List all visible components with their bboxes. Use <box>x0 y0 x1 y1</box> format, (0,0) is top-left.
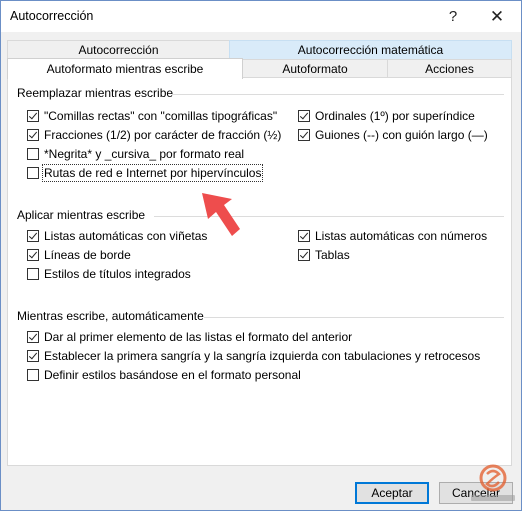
checkbox[interactable] <box>27 129 39 141</box>
checkbox[interactable] <box>27 110 39 122</box>
autocorrect-dialog: Autocorrección ? ✕ Autocorrección Autoco… <box>0 0 522 511</box>
option-label: Dar al primer elemento de las listas el … <box>44 330 353 344</box>
option-dashes[interactable]: Guiones (--) con guión largo (—) <box>298 127 488 143</box>
option-label: Tablas <box>315 248 350 262</box>
option-indent-tabs[interactable]: Establecer la primera sangría y la sangr… <box>27 348 480 364</box>
divider <box>172 94 504 95</box>
checkbox[interactable] <box>27 331 39 343</box>
solvetic-logo <box>471 464 515 501</box>
arrow-shape <box>202 193 240 236</box>
tab-autoformat[interactable]: Autoformato <box>242 59 388 78</box>
option-bold-italic[interactable]: *Negrita* y _cursiva_ por formato real <box>27 146 244 162</box>
checkbox[interactable] <box>27 167 39 179</box>
group-title-apply: Aplicar mientras escribe <box>17 208 146 222</box>
option-label: Guiones (--) con guión largo (—) <box>315 128 488 142</box>
option-border-lines[interactable]: Líneas de borde <box>27 247 131 263</box>
title-bar: Autocorrección ? ✕ <box>1 1 521 32</box>
option-numbered-lists[interactable]: Listas automáticas con números <box>298 228 487 244</box>
option-label: "Comillas rectas" con "comillas tipográf… <box>44 109 278 123</box>
option-label: Fracciones (1/2) por carácter de fracció… <box>44 128 282 142</box>
tab-actions[interactable]: Acciones <box>387 59 512 78</box>
window-title: Autocorrección <box>10 9 94 23</box>
tab-autoformat-as-you-type[interactable]: Autoformato mientras escribe <box>7 58 243 79</box>
checkbox[interactable] <box>298 249 310 261</box>
tab-panel: Reemplazar mientras escribe "Comillas re… <box>7 77 512 466</box>
checkbox[interactable] <box>27 268 39 280</box>
option-label: Listas automáticas con números <box>315 229 488 243</box>
option-label: Establecer la primera sangría y la sangr… <box>44 349 481 363</box>
checkbox[interactable] <box>27 350 39 362</box>
checkbox[interactable] <box>27 230 39 242</box>
option-ordinals[interactable]: Ordinales (1º) por superíndice <box>298 108 475 124</box>
help-button[interactable]: ? <box>431 3 475 30</box>
checkbox[interactable] <box>298 230 310 242</box>
option-fractions[interactable]: Fracciones (1/2) por carácter de fracció… <box>27 127 281 143</box>
divider <box>204 317 504 318</box>
checkbox[interactable] <box>298 110 310 122</box>
red-arrow-annotation <box>202 193 240 236</box>
tab-math-autocorrect[interactable]: Autocorrección matemática <box>229 40 512 59</box>
checkbox[interactable] <box>27 369 39 381</box>
checkbox[interactable] <box>27 148 39 160</box>
checkbox[interactable] <box>298 129 310 141</box>
ok-button[interactable]: Aceptar <box>355 482 429 504</box>
option-label: Estilos de títulos integrados <box>44 267 191 281</box>
option-label: Listas automáticas con viñetas <box>44 229 208 243</box>
checkbox[interactable] <box>27 249 39 261</box>
option-label: *Negrita* y _cursiva_ por formato real <box>44 147 245 161</box>
option-list-format[interactable]: Dar al primer elemento de las listas el … <box>27 329 352 345</box>
option-label: Rutas de red e Internet por hipervínculo… <box>41 164 264 182</box>
group-title-replace: Reemplazar mientras escribe <box>17 86 174 100</box>
close-button[interactable]: ✕ <box>475 3 519 30</box>
option-label: Ordinales (1º) por superíndice <box>315 109 475 123</box>
option-tables[interactable]: Tablas <box>298 247 350 263</box>
tab-row-front: Autoformato mientras escribe Autoformato… <box>7 58 512 79</box>
option-define-styles[interactable]: Definir estilos basándose en el formato … <box>27 367 301 383</box>
option-bulleted-lists[interactable]: Listas automáticas con viñetas <box>27 228 207 244</box>
tab-row-back: Autocorrección Autocorrección matemática <box>7 40 512 59</box>
tab-autocorrect[interactable]: Autocorrección <box>7 40 230 59</box>
option-hyperlinks[interactable]: Rutas de red e Internet por hipervínculo… <box>27 164 264 182</box>
group-title-auto: Mientras escribe, automáticamente <box>17 309 204 323</box>
option-heading-styles[interactable]: Estilos de títulos integrados <box>27 266 191 282</box>
option-label: Definir estilos basándose en el formato … <box>44 368 301 382</box>
option-smart-quotes[interactable]: "Comillas rectas" con "comillas tipográf… <box>27 108 277 124</box>
option-label: Líneas de borde <box>44 248 131 262</box>
